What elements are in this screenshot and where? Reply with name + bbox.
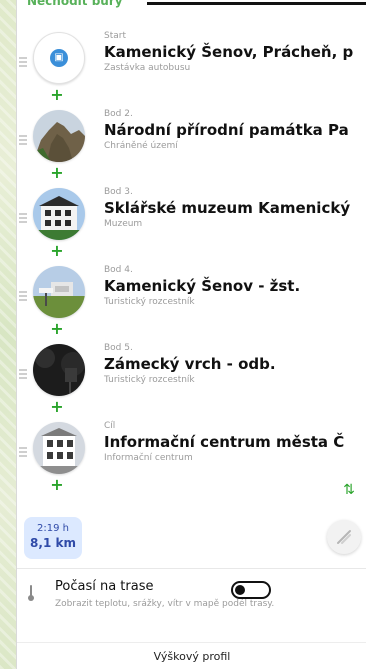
bus-icon: ▣	[50, 49, 68, 67]
thermometer-icon	[25, 583, 37, 603]
bottom-divider	[17, 642, 366, 643]
partial-header-label: Nechodit bury	[27, 0, 123, 8]
section-divider	[17, 568, 366, 569]
route-point-2[interactable]: Bod 2. Národní přírodní památka Pa Chrán…	[17, 108, 366, 186]
route-point-start[interactable]: ▣ Start Kamenický Šenov, Prácheň, p Zast…	[17, 30, 366, 108]
point-role: Start	[104, 31, 126, 41]
point-type: Informační centrum	[104, 453, 193, 463]
toggle-knob	[235, 585, 245, 595]
bus-stop-avatar: ▣	[33, 32, 85, 84]
add-point-button[interactable]: +	[50, 321, 64, 337]
add-point-button[interactable]: +	[50, 165, 64, 181]
rock-formation-avatar	[33, 110, 85, 162]
drag-handle-icon[interactable]	[19, 57, 27, 67]
point-role: Cíl	[104, 421, 116, 431]
drag-handle-icon[interactable]	[19, 369, 27, 379]
drag-handle-icon[interactable]	[19, 213, 27, 223]
point-type: Muzeum	[104, 219, 143, 229]
point-role: Bod 3.	[104, 187, 133, 197]
drag-handle-icon[interactable]	[19, 135, 27, 145]
add-point-button[interactable]: +	[50, 399, 64, 415]
top-divider-line	[147, 2, 366, 5]
point-type: Chráněné území	[104, 141, 178, 151]
add-point-button[interactable]: +	[50, 87, 64, 103]
weather-on-route: Počasí na trase Zobrazit teplotu, srážky…	[17, 576, 366, 642]
elevation-profile-link[interactable]: Výškový profil	[17, 650, 366, 663]
weather-description: Zobrazit teplotu, srážky, vítr v mapě po…	[55, 599, 275, 609]
museum-building-avatar	[33, 188, 85, 240]
point-role: Bod 4.	[104, 265, 133, 275]
point-type: Zastávka autobusu	[104, 63, 191, 73]
point-title: Sklářské muzeum Kamenický	[104, 199, 351, 217]
drag-handle-icon[interactable]	[19, 291, 27, 301]
point-role: Bod 2.	[104, 109, 133, 119]
route-metrics-card: 2:19 h 8,1 km	[24, 517, 82, 559]
point-title: Národní přírodní památka Pa	[104, 121, 349, 139]
route-distance: 8,1 km	[30, 536, 76, 550]
route-point-3[interactable]: Bod 3. Sklářské muzeum Kamenický Muzeum	[17, 186, 366, 264]
weather-toggle[interactable]	[231, 581, 271, 599]
train-station-avatar	[33, 266, 85, 318]
route-time: 2:19 h	[37, 523, 69, 534]
point-title: Zámecký vrch - odb.	[104, 355, 276, 373]
point-type: Turistický rozcestník	[104, 375, 195, 385]
point-title: Kamenický Šenov - žst.	[104, 277, 301, 295]
route-point-finish[interactable]: Cíl Informační centrum města Č Informačn…	[17, 420, 366, 498]
route-style-button[interactable]	[327, 520, 361, 554]
add-point-button[interactable]: +	[50, 477, 64, 493]
point-title: Kamenický Šenov, Prácheň, p	[104, 43, 354, 61]
route-point-4[interactable]: Bod 4. Kamenický Šenov - žst. Turistický…	[17, 264, 366, 342]
add-point-button[interactable]: +	[50, 243, 64, 259]
weather-title: Počasí na trase	[55, 579, 154, 594]
top-partial-header: Nechodit bury	[17, 0, 366, 14]
point-role: Bod 5.	[104, 343, 133, 353]
route-point-5[interactable]: Bod 5. Zámecký vrch - odb. Turistický ro…	[17, 342, 366, 420]
point-title: Informační centrum města Č	[104, 433, 345, 451]
point-type: Turistický rozcestník	[104, 297, 195, 307]
drag-handle-icon[interactable]	[19, 447, 27, 457]
slash-route-icon	[337, 530, 351, 544]
town-house-avatar	[33, 422, 85, 474]
map-edge	[0, 0, 16, 669]
route-panel: Nechodit bury ▣ Start Kamenický Šenov, P…	[16, 0, 366, 669]
swap-route-icon[interactable]: ⇅	[341, 482, 357, 498]
forest-sign-avatar	[33, 344, 85, 396]
